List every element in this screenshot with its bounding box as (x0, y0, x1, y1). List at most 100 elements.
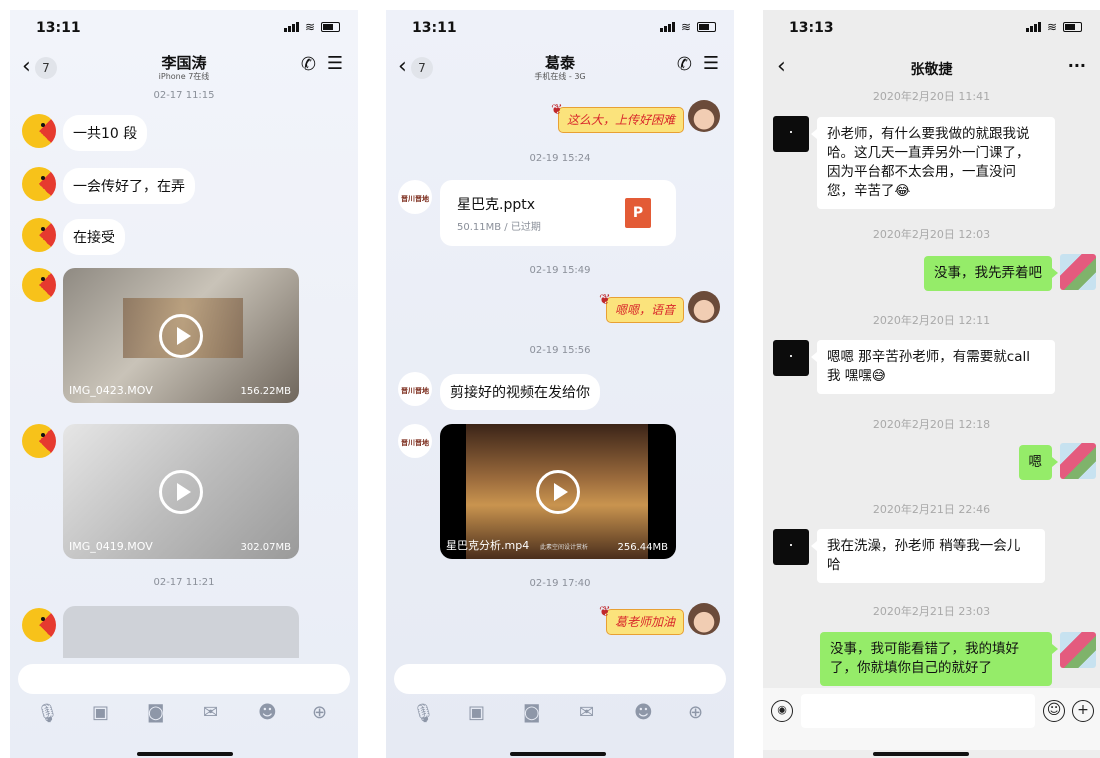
message-line: 了，你就填你自己的就好了 (830, 660, 992, 676)
timestamp: 2020年2月20日 11:41 (872, 90, 991, 103)
avatar[interactable] (1060, 254, 1096, 290)
video-message[interactable]: IMG_0423.MOV 156.22MB (63, 268, 299, 403)
avatar[interactable] (688, 291, 720, 323)
video-size: 302.07MB (240, 542, 291, 553)
emoji-icon[interactable]: ☻ (634, 702, 653, 723)
home-indicator (137, 752, 233, 756)
timestamp: 02-19 15:49 (529, 265, 591, 276)
message-line: 我 嘿嘿😅 (827, 368, 886, 384)
message-bubble[interactable]: 孙老师，有什么要我做的就跟我说 哈。这几天一直弄另外一门课了， 因为平台都不太会… (811, 117, 1055, 209)
avatar[interactable] (22, 218, 56, 252)
camera-icon[interactable]: ◙ (523, 702, 540, 723)
timestamp: 02-19 15:24 (529, 153, 591, 164)
timestamp: 02-19 15:56 (529, 345, 591, 356)
avatar[interactable] (22, 424, 56, 458)
video-size: 256.44MB (617, 542, 668, 553)
battery-icon (1063, 22, 1082, 32)
message-bubble[interactable]: 在接受 (63, 219, 125, 255)
play-icon[interactable] (159, 469, 203, 514)
video-message[interactable]: IMG_0419.MOV 302.07MB (63, 424, 299, 559)
message-line: 哈。这几天一直弄另外一门课了， (827, 145, 1030, 161)
phone-call-icon[interactable]: ✆ (677, 54, 692, 75)
image-icon[interactable]: ▣ (92, 702, 109, 723)
status-icons: ≋ (659, 21, 716, 33)
avatar[interactable] (22, 608, 56, 642)
timestamp: 2020年2月20日 12:11 (872, 314, 991, 327)
sticker-message[interactable]: 嗯嗯，语音 (599, 288, 684, 323)
menu-icon[interactable]: ☰ (703, 53, 719, 74)
avatar[interactable] (22, 167, 56, 201)
sticker-message[interactable]: 这么大，上传好困难 (551, 98, 684, 133)
more-icon[interactable]: ··· (1068, 56, 1086, 75)
file-meta: 50.11MB / 已过期 (457, 222, 541, 233)
message-bubble[interactable]: 没事，我可能看错了，我的填好 了，你就填你自己的就好了 (820, 632, 1058, 686)
message-bubble[interactable]: 一共10 段 (63, 115, 148, 151)
status-time: 13:11 (36, 20, 81, 36)
status-time: 13:11 (412, 20, 457, 36)
message-input[interactable] (394, 664, 726, 694)
avatar[interactable] (688, 603, 720, 635)
message-input[interactable] (801, 694, 1035, 728)
avatar[interactable] (22, 268, 56, 302)
menu-icon[interactable]: ☰ (327, 53, 343, 74)
avatar[interactable] (22, 114, 56, 148)
signal-icon (1025, 22, 1041, 32)
avatar-text: 晋川晋地 (401, 439, 429, 447)
message-line: 我在洗澡，孙老师 稍等我一会儿 (827, 538, 1021, 554)
message-bubble[interactable]: 嗯 (1018, 445, 1058, 480)
red-packet-icon[interactable]: ✉ (203, 702, 218, 723)
message-bubble[interactable]: 嗯嗯 那辛苦孙老师，有需要就call 我 嘿嘿😅 (811, 340, 1055, 394)
avatar[interactable] (1060, 443, 1096, 479)
signal-icon (659, 22, 675, 32)
status-icons: ≋ (1025, 20, 1082, 34)
input-toolbar: ◉ ☺ + (763, 688, 1100, 750)
mic-icon[interactable]: 🎙 (36, 703, 59, 724)
timestamp: 02-17 11:15 (153, 90, 215, 101)
video-message[interactable]: 星巴克分析.mp4 此素空间设计赏析 256.44MB (440, 424, 676, 559)
mic-icon[interactable]: 🎙 (412, 703, 435, 724)
avatar[interactable] (773, 340, 809, 376)
timestamp: 2020年2月21日 22:46 (872, 503, 991, 516)
phone-call-icon[interactable]: ✆ (301, 54, 316, 75)
message-bubble[interactable]: 我在洗澡，孙老师 稍等我一会儿 哈 (811, 529, 1045, 583)
avatar[interactable]: 晋川晋地 (398, 180, 432, 214)
battery-icon (321, 22, 340, 32)
play-icon[interactable] (536, 469, 580, 514)
emoji-icon[interactable]: ☺ (1043, 700, 1065, 722)
file-name: 星巴克.pptx (457, 197, 535, 213)
image-icon[interactable]: ▣ (468, 702, 485, 723)
avatar[interactable]: 晋川晋地 (398, 372, 432, 406)
plus-icon[interactable]: ⊕ (688, 702, 703, 723)
wifi-icon: ≋ (1046, 20, 1057, 34)
avatar[interactable] (773, 529, 809, 565)
message-line: 哈 (827, 557, 841, 573)
video-message-loading[interactable] (63, 606, 299, 658)
avatar[interactable] (1060, 632, 1096, 668)
ppt-icon: P (625, 198, 651, 228)
play-icon[interactable] (159, 313, 203, 358)
avatar-text: 晋川晋地 (401, 387, 429, 395)
chat-title: 张敬捷 (910, 62, 953, 78)
plus-icon[interactable]: ⊕ (312, 702, 327, 723)
plus-icon[interactable]: + (1072, 700, 1094, 722)
sticker-message[interactable]: 葛老师加油 (599, 600, 684, 635)
video-caption: 此素空间设计赏析 (540, 544, 589, 551)
avatar[interactable] (688, 100, 720, 132)
avatar[interactable]: 晋川晋地 (398, 424, 432, 458)
video-name: IMG_0423.MOV (69, 384, 153, 397)
signal-icon (283, 22, 299, 32)
avatar[interactable] (773, 116, 809, 152)
message-line: 您，辛苦了😂 (827, 183, 911, 199)
voice-icon[interactable]: ◉ (771, 700, 793, 722)
file-message[interactable]: 星巴克.pptx 50.11MB / 已过期 P (440, 180, 676, 246)
video-size: 156.22MB (240, 386, 291, 397)
timestamp: 2020年2月21日 23:03 (872, 605, 991, 618)
message-bubble[interactable]: 一会传好了，在弄 (63, 168, 195, 204)
camera-icon[interactable]: ◙ (147, 702, 164, 723)
message-line: 没事，我可能看错了，我的填好 (830, 641, 1019, 657)
red-packet-icon[interactable]: ✉ (579, 702, 594, 723)
message-bubble[interactable]: 剪接好的视频在发给你 (440, 374, 600, 410)
message-input[interactable] (18, 664, 350, 694)
message-bubble[interactable]: 没事，我先弄着吧 (924, 256, 1058, 291)
emoji-icon[interactable]: ☻ (258, 702, 277, 723)
